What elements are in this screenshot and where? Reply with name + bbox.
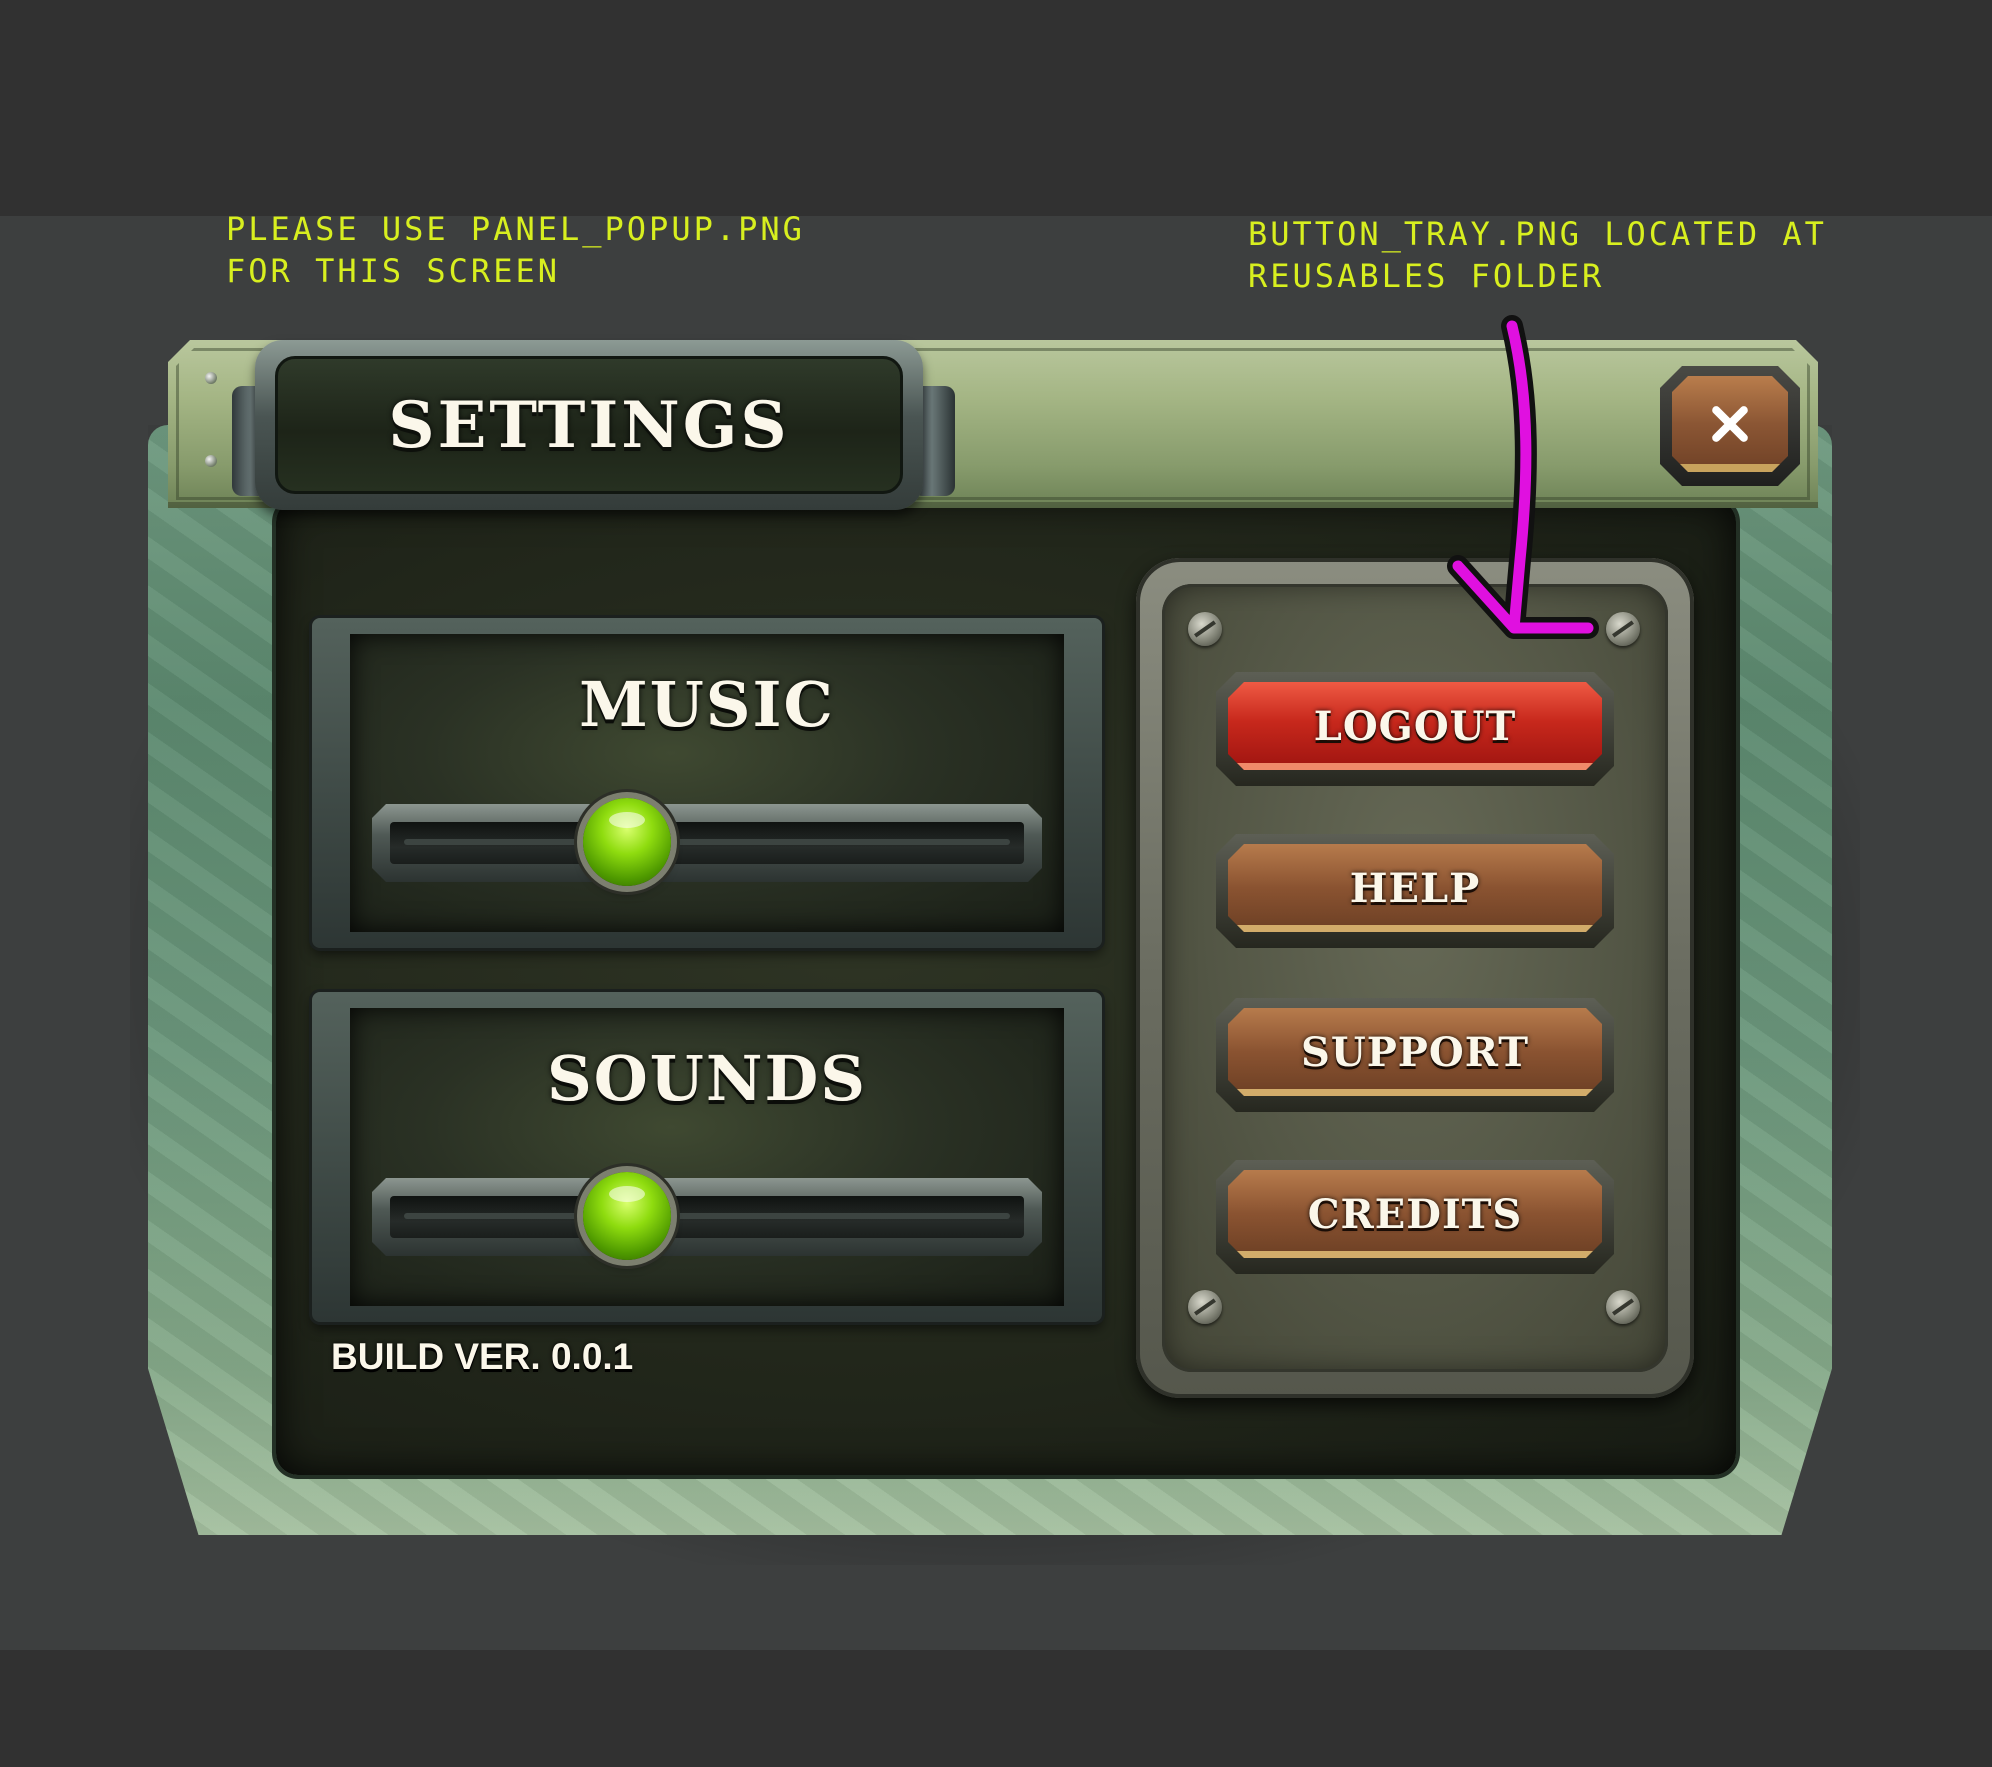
- rivet: [205, 455, 217, 467]
- page-title: SETTINGS: [388, 387, 790, 463]
- sounds-slider-track[interactable]: [372, 1178, 1042, 1256]
- credits-button-face[interactable]: CREDITS: [1228, 1170, 1602, 1258]
- help-button-face[interactable]: HELP: [1228, 844, 1602, 932]
- screw: [1606, 612, 1640, 646]
- annotation-arrow-icon: [1447, 315, 1599, 639]
- sounds-slider-groove: [390, 1196, 1024, 1238]
- logout-button[interactable]: LOGOUT: [1216, 672, 1614, 786]
- screw: [1188, 1290, 1222, 1324]
- sounds-label: SOUNDS: [546, 1042, 868, 1115]
- close-button-face[interactable]: [1672, 376, 1788, 472]
- top-band: [0, 0, 1992, 216]
- annotation-tray-note: BUTTON_TRAY.PNG LOCATED AT REUSABLES FOL…: [1248, 215, 1827, 295]
- support-button-label: SUPPORT: [1300, 1028, 1530, 1076]
- close-icon: [1707, 401, 1753, 447]
- annotation-panel-note: PLEASE USE PANEL_POPUP.PNG FOR THIS SCRE…: [226, 210, 805, 290]
- music-slider-track[interactable]: [372, 804, 1042, 882]
- title-plate-inner: SETTINGS: [275, 356, 903, 494]
- music-card: MUSIC: [312, 618, 1102, 948]
- credits-button-label: CREDITS: [1307, 1190, 1523, 1238]
- rivet: [205, 372, 217, 384]
- help-button-label: HELP: [1349, 864, 1481, 912]
- logout-button-label: LOGOUT: [1313, 702, 1517, 750]
- title-plate: SETTINGS: [255, 340, 923, 510]
- screw: [1606, 1290, 1640, 1324]
- music-label: MUSIC: [579, 668, 835, 741]
- support-button-face[interactable]: SUPPORT: [1228, 1008, 1602, 1096]
- close-button[interactable]: [1660, 366, 1800, 486]
- logout-button-face[interactable]: LOGOUT: [1228, 682, 1602, 770]
- music-slider-groove: [390, 822, 1024, 864]
- build-version: BUILD VER. 0.0.1: [331, 1336, 634, 1377]
- credits-button[interactable]: CREDITS: [1216, 1160, 1614, 1274]
- screw: [1188, 612, 1222, 646]
- help-button[interactable]: HELP: [1216, 834, 1614, 948]
- sounds-card: SOUNDS: [312, 992, 1102, 1322]
- music-slider-knob[interactable]: [582, 798, 671, 886]
- bottom-band: [0, 1650, 1992, 1767]
- sounds-slider-knob[interactable]: [582, 1172, 671, 1260]
- support-button[interactable]: SUPPORT: [1216, 998, 1614, 1112]
